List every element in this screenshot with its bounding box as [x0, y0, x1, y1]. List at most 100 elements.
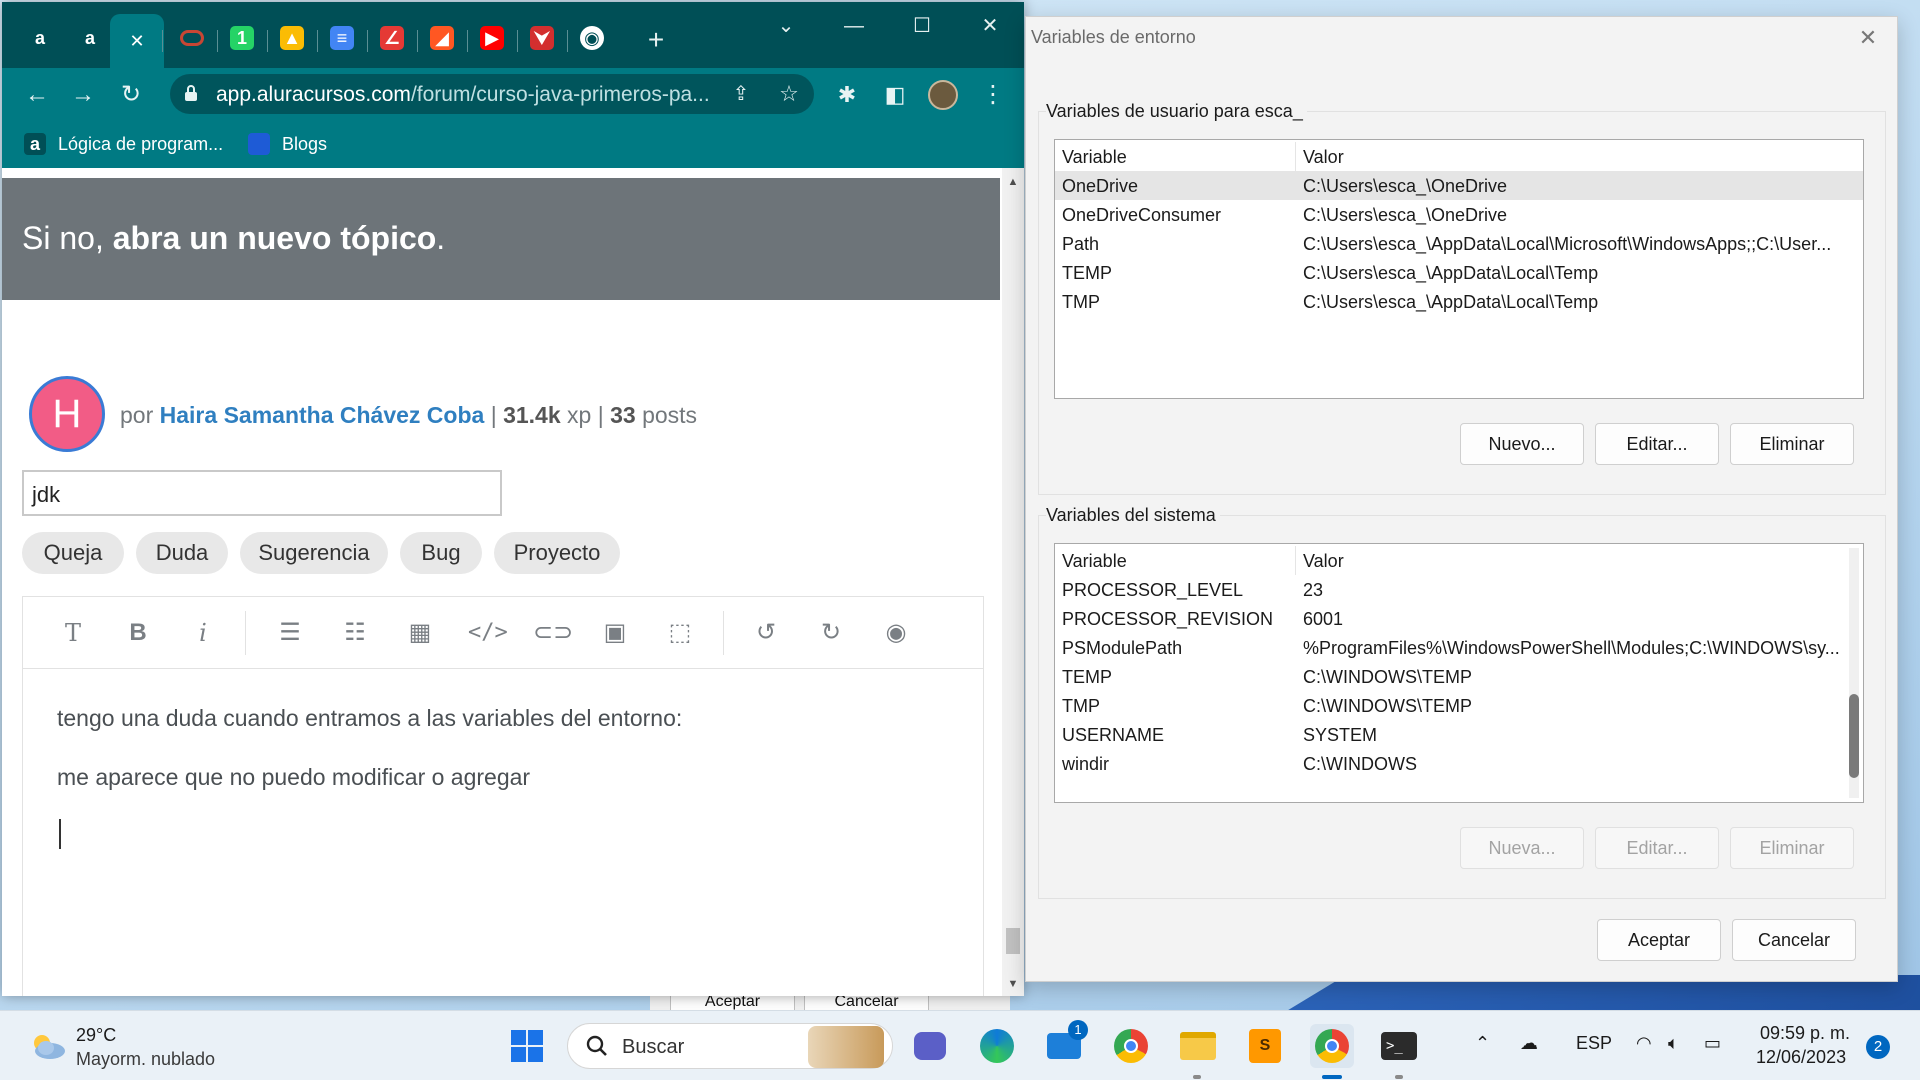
bookmark-blogs[interactable]: Blogs — [248, 130, 327, 158]
scroll-up-icon[interactable]: ▲ — [1006, 176, 1020, 190]
image-icon[interactable]: ▣ — [598, 617, 632, 649]
category-proyecto[interactable]: Proyecto — [494, 532, 620, 574]
table-row[interactable]: PSModulePath %ProgramFiles%\WindowsPowerS… — [1055, 633, 1863, 662]
teams-chat-icon[interactable] — [908, 1024, 952, 1068]
tab-office-tab[interactable]: ◢ — [424, 20, 460, 56]
weather-description[interactable]: Mayorm. nublado — [76, 1049, 215, 1070]
chrome-icon[interactable] — [1109, 1024, 1153, 1068]
tray-overflow-icon[interactable]: ⌃ — [1475, 1033, 1490, 1054]
tab-youtube-tab[interactable]: ▶ — [474, 20, 510, 56]
tab-alura-tab-2[interactable]: a — [72, 20, 108, 56]
mail-icon[interactable]: 1 — [1042, 1020, 1088, 1068]
tab-pdf-tab[interactable]: ⮟ — [524, 20, 560, 56]
reload-icon[interactable]: ↻ — [116, 80, 146, 110]
italic-icon[interactable]: i — [186, 617, 220, 649]
system-new-button[interactable]: Nueva... — [1460, 827, 1584, 869]
tab-docs-tab[interactable]: ≡ — [324, 20, 360, 56]
forward-icon[interactable]: → — [68, 80, 98, 110]
table-row[interactable]: OneDrive C:\Users\esca_\OneDrive — [1055, 171, 1863, 200]
clock-date[interactable]: 12/06/2023 — [1756, 1047, 1846, 1068]
category-duda[interactable]: Duda — [136, 532, 228, 574]
system-list-scroll-thumb[interactable] — [1849, 694, 1859, 778]
new-tab-icon[interactable]: + — [642, 26, 670, 54]
weather-temperature[interactable]: 29°C — [76, 1025, 116, 1046]
scroll-down-icon[interactable]: ▼ — [1006, 978, 1020, 992]
taskbar-search[interactable]: Buscar — [567, 1023, 893, 1069]
category-bug[interactable]: Bug — [400, 532, 482, 574]
ok-button[interactable]: Aceptar — [1597, 919, 1721, 961]
extensions-icon[interactable]: ✱ — [832, 80, 862, 110]
author-name[interactable]: Haira Samantha Chávez Coba — [160, 402, 485, 428]
bullet-list-icon[interactable]: ☷ — [338, 617, 372, 649]
upload-image-icon[interactable]: ⬚ — [663, 617, 697, 649]
text-style-icon[interactable]: T — [56, 617, 90, 649]
profile-avatar[interactable] — [928, 80, 958, 110]
page-scrollbar[interactable]: ▲ ▼ — [1002, 168, 1024, 996]
table-row[interactable]: USERNAME SYSTEM — [1055, 720, 1863, 749]
link-icon[interactable]: ⊂⊃ — [533, 617, 573, 649]
system-delete-button[interactable]: Eliminar — [1730, 827, 1854, 869]
sublime-text-icon[interactable]: S — [1243, 1024, 1287, 1068]
user-variables-list[interactable]: Variable Valor OneDrive C:\Users\esca_\One… — [1054, 139, 1864, 399]
battery-icon[interactable]: ▭ — [1704, 1033, 1721, 1054]
redo-icon[interactable]: ↻ — [814, 617, 848, 649]
cancel-button[interactable]: Cancelar — [1732, 919, 1856, 961]
tab-drive-tab[interactable]: ▲ — [274, 20, 310, 56]
clock-time[interactable]: 09:59 p. m. — [1760, 1023, 1850, 1044]
table-row[interactable]: PROCESSOR_LEVEL 23 — [1055, 575, 1863, 604]
bold-icon[interactable]: B — [121, 617, 155, 649]
chrome-profile-icon[interactable] — [1310, 1024, 1354, 1068]
table-row[interactable]: windir C:\WINDOWS — [1055, 749, 1863, 778]
address-bar[interactable]: app.aluracursos.com/forum/curso-java-pri… — [170, 74, 814, 114]
language-indicator[interactable]: ESP — [1576, 1033, 1612, 1054]
edge-icon[interactable] — [975, 1024, 1019, 1068]
user-edit-button[interactable]: Editar... — [1595, 423, 1719, 465]
user-delete-button[interactable]: Eliminar — [1730, 423, 1854, 465]
terminal-icon[interactable]: >_ — [1377, 1024, 1421, 1068]
dialog-close-icon[interactable]: ✕ — [1853, 23, 1883, 53]
category-sugerencia[interactable]: Sugerencia — [240, 532, 388, 574]
table-row[interactable]: OneDriveConsumer C:\Users\esca_\OneDrive — [1055, 200, 1863, 229]
table-row[interactable]: TEMP C:\WINDOWS\TEMP — [1055, 662, 1863, 691]
volume-icon[interactable]: 🔈︎ — [1668, 1033, 1679, 1054]
side-panel-icon[interactable]: ◧ — [880, 80, 910, 110]
close-window-icon[interactable]: ✕ — [976, 12, 1004, 40]
share-icon[interactable]: ⇪ — [726, 79, 756, 109]
back-icon[interactable]: ← — [22, 80, 52, 110]
tab-search-icon[interactable]: ⌄ — [772, 12, 800, 40]
topic-title-input[interactable]: jdk — [22, 470, 502, 516]
table-row[interactable]: Path C:\Users\esca_\AppData\Local\Microso… — [1055, 229, 1863, 258]
tab-web-tab[interactable]: ◉ — [574, 20, 610, 56]
tab-extension-tab[interactable]: ∠ — [374, 20, 410, 56]
table-row[interactable]: PROCESSOR_REVISION 6001 — [1055, 604, 1863, 633]
user-new-button[interactable]: Nuevo... — [1460, 423, 1584, 465]
preview-eye-icon[interactable]: ◉ — [879, 617, 913, 649]
tab-oracle-tab[interactable] — [174, 20, 210, 56]
system-list-scrollbar[interactable] — [1849, 548, 1859, 798]
scroll-thumb[interactable] — [1006, 928, 1020, 954]
windows-start-icon[interactable] — [505, 1024, 549, 1068]
undo-icon[interactable]: ↺ — [749, 617, 783, 649]
tab-close-tab[interactable]: ✕ — [110, 14, 164, 68]
maximize-icon[interactable]: ☐ — [908, 12, 936, 40]
bookmark-star-icon[interactable]: ☆ — [774, 79, 804, 109]
tab-whatsapp-tab[interactable]: 1 — [224, 20, 260, 56]
editor-content[interactable]: tengo una duda cuando entramos a las var… — [57, 705, 682, 823]
category-queja[interactable]: Queja — [22, 532, 124, 574]
tab-alura-tab-1[interactable]: a — [22, 20, 58, 56]
table-icon[interactable]: ▦ — [403, 617, 437, 649]
system-edit-button[interactable]: Editar... — [1595, 827, 1719, 869]
minimize-icon[interactable]: — — [840, 12, 868, 40]
table-row[interactable]: TEMP C:\Users\esca_\AppData\Local\Temp — [1055, 258, 1863, 287]
menu-icon[interactable]: ⋮ — [978, 80, 1008, 110]
system-variables-list[interactable]: Variable Valor PROCESSOR_LEVEL 23 PROCESSOR… — [1054, 543, 1864, 803]
notification-badge[interactable]: 2 — [1866, 1035, 1890, 1059]
new-topic-link[interactable]: abra un nuevo tópico — [113, 220, 437, 256]
code-icon[interactable]: </> — [468, 617, 508, 649]
table-row[interactable]: TMP C:\Users\esca_\AppData\Local\Temp — [1055, 287, 1863, 316]
table-row[interactable]: TMP C:\WINDOWS\TEMP — [1055, 691, 1863, 720]
file-explorer-icon[interactable] — [1176, 1024, 1220, 1068]
ordered-list-icon[interactable]: ☰ — [273, 617, 307, 649]
bookmark-logica[interactable]: a Lógica de program... — [24, 130, 223, 158]
onedrive-icon[interactable]: ☁ — [1520, 1033, 1538, 1054]
